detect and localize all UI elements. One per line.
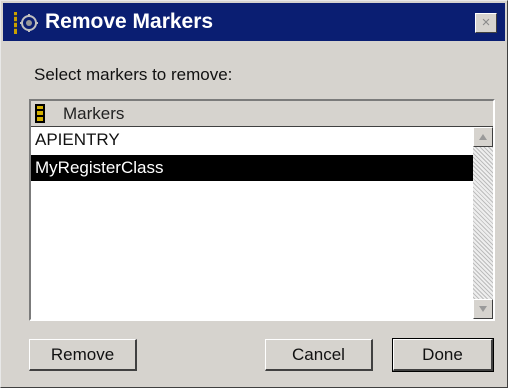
arrow-down-icon — [479, 306, 487, 312]
remove-markers-dialog: Remove Markers × Select markers to remov… — [0, 0, 508, 388]
scroll-up-button[interactable] — [473, 127, 493, 147]
marker-header-icon — [35, 104, 45, 123]
done-button[interactable]: Done — [392, 338, 494, 372]
list-body: APIENTRY MyRegisterClass — [31, 127, 473, 319]
instruction-label: Select markers to remove: — [34, 65, 233, 84]
list-item[interactable]: APIENTRY — [31, 127, 473, 153]
close-button[interactable]: × — [475, 13, 497, 33]
list-item-selected[interactable]: MyRegisterClass — [31, 155, 473, 181]
scroll-down-button[interactable] — [473, 299, 493, 319]
markers-listbox[interactable]: Markers APIENTRY MyRegisterClass — [29, 99, 495, 321]
remove-button[interactable]: Remove — [29, 339, 137, 371]
window-title: Remove Markers — [45, 10, 214, 33]
arrow-up-icon — [479, 134, 487, 140]
cancel-button[interactable]: Cancel — [265, 339, 373, 371]
vertical-scrollbar[interactable] — [473, 127, 493, 319]
title-bar[interactable]: Remove Markers × — [3, 3, 505, 41]
column-header-markers: Markers — [63, 104, 125, 123]
markers-icon — [13, 11, 39, 35]
list-column-header[interactable]: Markers — [31, 101, 493, 127]
